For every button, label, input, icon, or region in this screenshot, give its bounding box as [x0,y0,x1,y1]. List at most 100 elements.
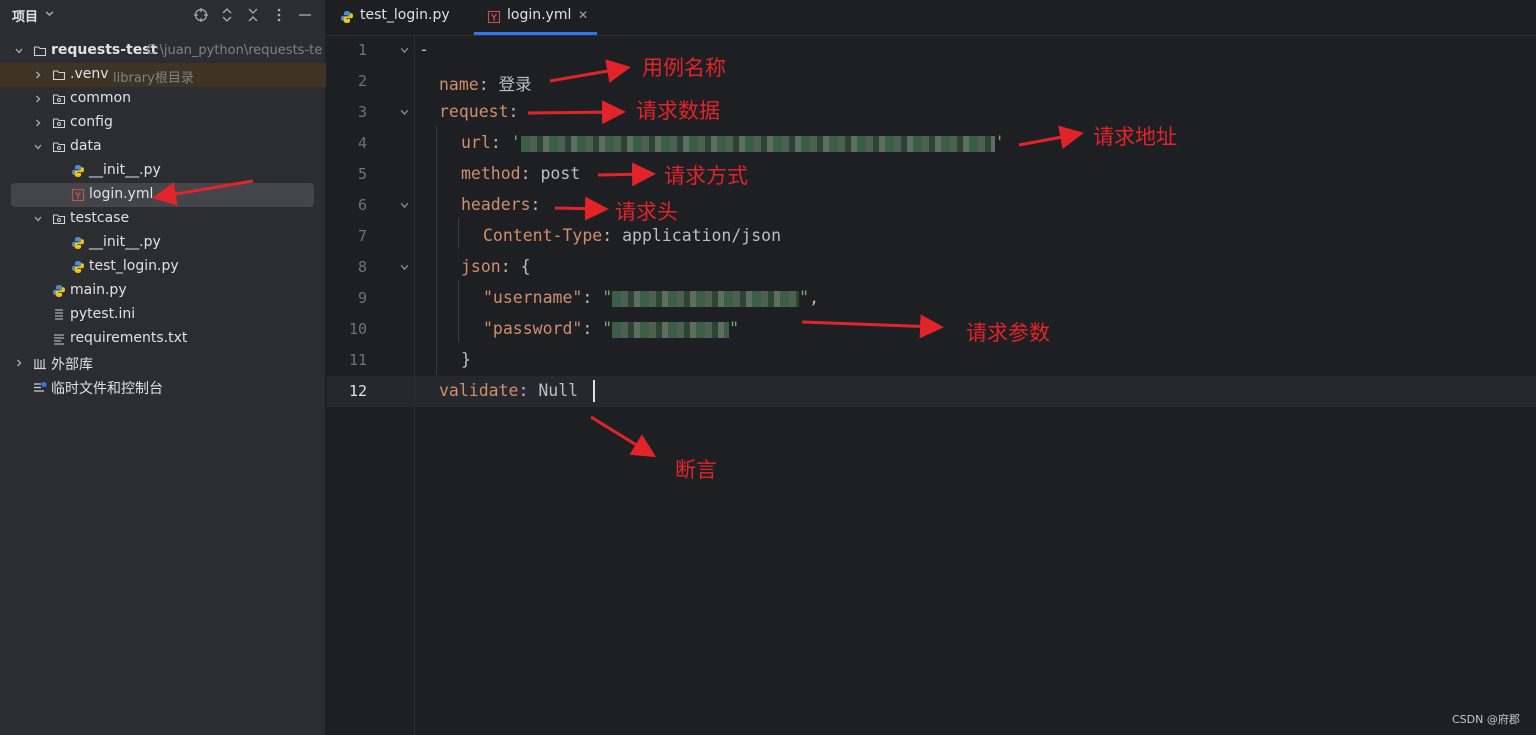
string-quote: " [729,319,740,338]
line-number: 7 [357,227,367,245]
chevron-down-icon[interactable] [14,46,24,56]
fold-chevron-icon[interactable] [399,200,410,211]
json-key: "username" [483,288,583,307]
chevron-right-icon[interactable] [33,118,43,128]
code-line-3[interactable]: request: [439,102,518,121]
fold-chevron-icon[interactable] [399,45,410,56]
yaml-file-icon [487,10,501,24]
package-folder-icon [52,142,66,153]
yaml-value: post [540,164,581,183]
chevron-right-icon[interactable] [14,358,24,368]
tab-login-yml[interactable]: login.yml ✕ [474,0,597,35]
collapse-all-icon[interactable] [245,7,261,23]
code-line-9[interactable]: "username": " ", [483,288,819,307]
yaml-dash: - [419,40,429,59]
project-title[interactable]: 项目 [12,6,38,25]
chevron-right-icon[interactable] [33,94,43,104]
tree-item-login-yml[interactable]: login.yml [0,183,326,207]
code-line-2[interactable]: name: 登录 [439,71,532,95]
line-number: 4 [357,134,367,152]
tree-item-scratches[interactable]: 临时文件和控制台 [0,375,326,399]
line-number: 11 [348,351,367,369]
tree-item-venv[interactable]: .venv library根目录 [0,63,326,87]
code-line-8[interactable]: json: { [461,257,531,276]
tree-item-testcase[interactable]: testcase [0,207,326,231]
folder-icon [33,46,47,57]
chevron-right-icon[interactable] [33,70,43,80]
code-line-11[interactable]: } [461,350,471,369]
tree-item-main[interactable]: main.py [0,279,326,303]
active-tab-indicator [474,32,597,35]
redacted-password [612,321,730,338]
string-quote: " [602,288,613,307]
text-file-icon [54,334,64,345]
tree-item-pytest-ini[interactable]: pytest.ini [0,303,326,327]
fold-chevron-icon[interactable] [399,107,410,118]
line-number-current: 12 [348,382,367,400]
tree-item-data[interactable]: data [0,135,326,159]
line-number: 6 [357,196,367,214]
tree-item-testcase-init[interactable]: __init__.py [0,231,326,255]
redacted-username [612,290,800,307]
code-line-1[interactable]: - [419,40,429,59]
code-line-5[interactable]: method: post [461,164,580,183]
string-quote: ' [510,133,521,152]
locate-icon[interactable] [193,7,209,23]
tab-label: test_login.py [360,7,450,23]
code-line-12[interactable]: validate: Null [439,381,578,400]
tree-item-label: requests-test [51,42,158,58]
close-icon[interactable]: ✕ [578,8,588,22]
tree-item-label: 外部库 [51,357,93,373]
code-line-4[interactable]: url: ' ' [461,133,1005,152]
redacted-url [520,135,995,152]
code-line-6[interactable]: headers: [461,195,540,214]
python-file-icon [341,11,353,23]
annotation-request-params: 请求参数 [966,321,1050,345]
tab-label: login.yml [507,7,572,23]
string-quote: ' [994,133,1005,152]
tree-item-common[interactable]: common [0,87,326,111]
minimize-icon[interactable] [297,7,313,23]
code-line-10[interactable]: "password": " " [483,319,739,338]
fold-chevron-icon[interactable] [399,262,410,273]
tree-item-external-libraries[interactable]: 外部库 [0,351,326,375]
annotation-case-name: 用例名称 [642,56,726,80]
json-key: "password" [483,319,583,338]
annotation-assertion: 断言 [675,458,717,482]
annotation-request-data: 请求数据 [636,99,720,123]
code-line-7[interactable]: Content-Type: application/json [483,226,781,245]
tab-test-login[interactable]: test_login.py [339,0,469,35]
folder-icon [52,70,66,81]
tree-item-requirements[interactable]: requirements.txt [0,327,326,351]
yaml-value: Null [538,381,579,400]
yaml-key: url [461,133,491,152]
annotation-request-method: 请求方式 [664,164,748,188]
expand-all-icon[interactable] [219,7,235,23]
python-file-icon [72,237,84,249]
tree-item-data-init[interactable]: __init__.py [0,159,326,183]
chevron-down-icon[interactable] [33,214,43,224]
python-file-icon [53,285,65,297]
chevron-down-icon[interactable] [44,8,55,19]
tree-item-test-login[interactable]: test_login.py [0,255,326,279]
tree-item-config[interactable]: config [0,111,326,135]
package-folder-icon [52,214,66,225]
watermark: CSDN @府郡 [1452,713,1520,726]
yaml-file-icon [71,188,85,202]
chevron-down-icon[interactable] [33,142,43,152]
tree-item-label: data [70,138,102,154]
gutter-separator [414,36,415,735]
tree-item-requests-test[interactable]: requests-test C:\juan_python\requests-te [0,39,326,63]
tree-item-path: C:\juan_python\requests-te [146,43,323,58]
config-file-icon [55,309,63,320]
tree-item-label: main.py [70,282,127,298]
tree-item-label: __init__.py [89,162,161,178]
tree-item-label: common [70,90,131,106]
indent-guide [458,280,459,342]
annotation-request-url: 请求地址 [1093,125,1177,149]
more-options-icon[interactable] [271,7,287,23]
yaml-value: application/json [622,226,782,245]
scratches-icon [34,381,47,392]
tree-item-label: config [70,114,113,130]
string-quote: " [602,319,613,338]
